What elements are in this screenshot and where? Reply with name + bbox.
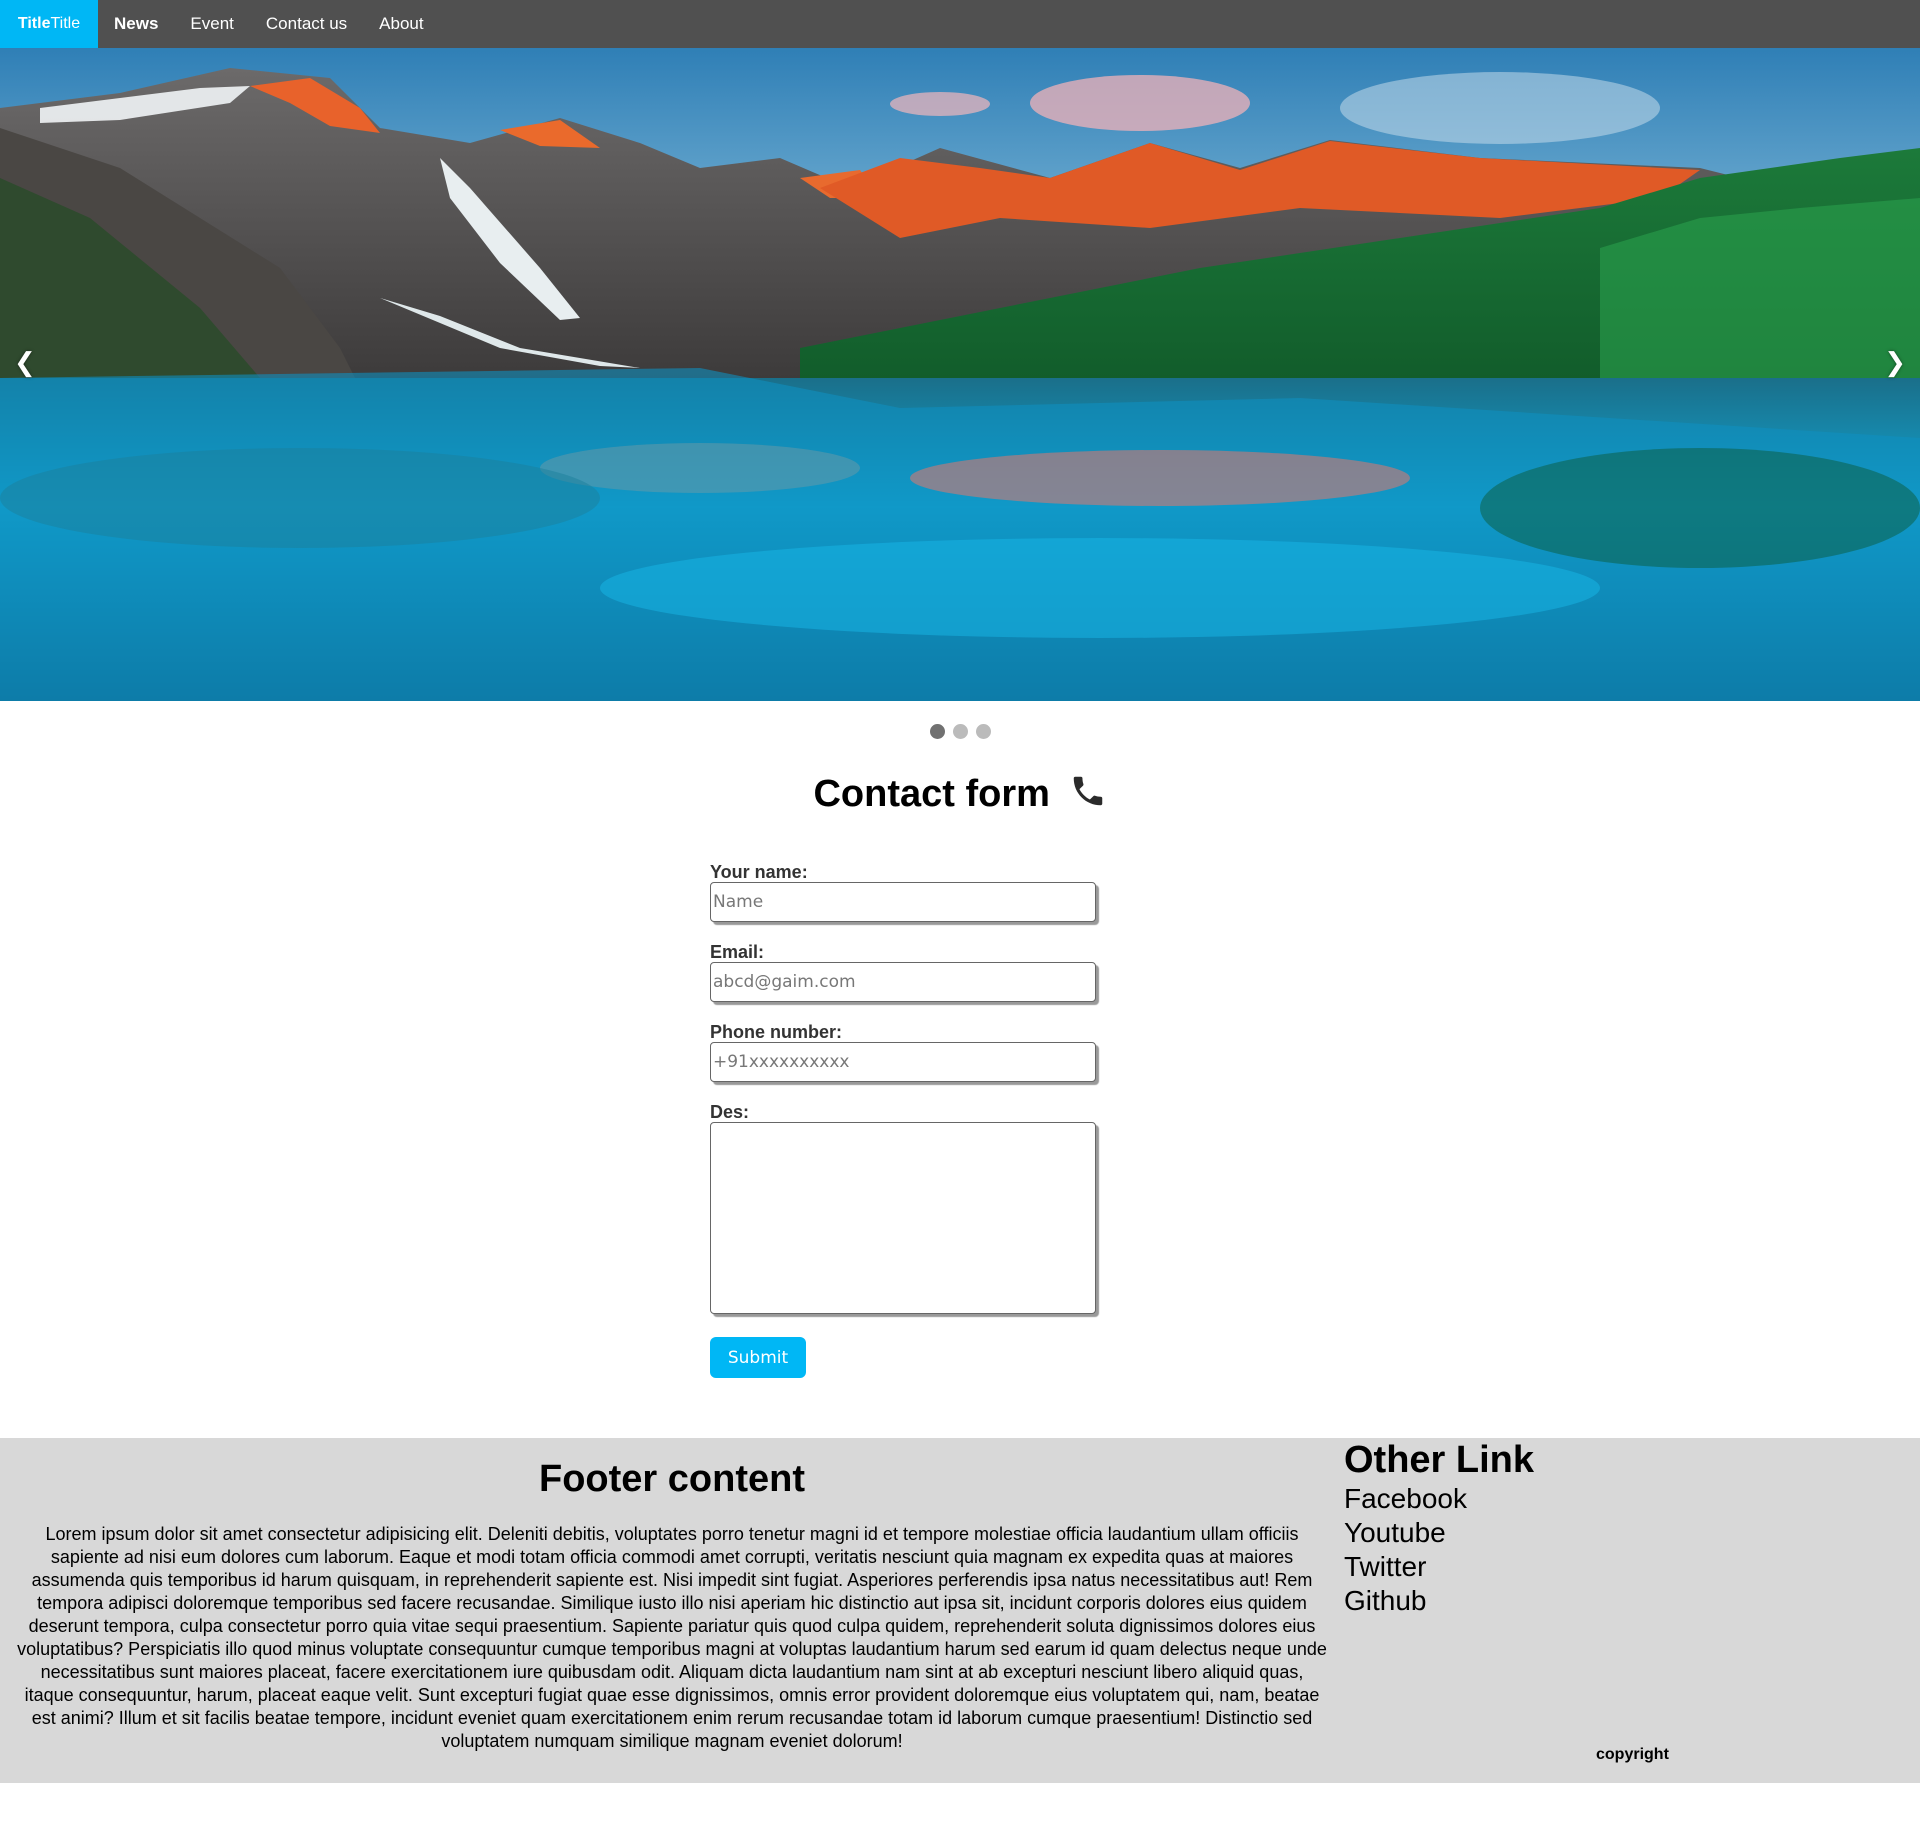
footer: Footer content Lorem ipsum dolor sit ame… xyxy=(0,1438,1920,1783)
carousel-next-button[interactable]: ❯ xyxy=(1884,348,1906,378)
phone-input[interactable] xyxy=(710,1042,1096,1082)
carousel-prev-button[interactable]: ❮ xyxy=(14,348,36,378)
nav-link-news[interactable]: News xyxy=(98,0,174,48)
hero-carousel: ❮ ❯ xyxy=(0,48,1920,701)
footer-link-github[interactable]: Github xyxy=(1344,1584,1534,1618)
submit-button[interactable]: Submit xyxy=(710,1337,806,1378)
name-input[interactable] xyxy=(710,882,1096,922)
other-links: Other Link Facebook Youtube Twitter Gith… xyxy=(1344,1438,1534,1618)
nav-link-event[interactable]: Event xyxy=(174,0,249,48)
phone-label: Phone number: xyxy=(710,1022,843,1042)
contact-form-title-text: Contact form xyxy=(813,773,1050,815)
footer-text: Lorem ipsum dolor sit amet consectetur a… xyxy=(17,1524,1327,1751)
top-navbar: Title Title News Event Contact us About xyxy=(0,0,1920,48)
contact-form: Your name: Email: Phone number: Des: Sub… xyxy=(710,862,1098,1378)
carousel-dots xyxy=(0,724,1920,739)
brand-rest: Title xyxy=(50,15,81,32)
footer-link-facebook[interactable]: Facebook xyxy=(1344,1482,1534,1516)
nav-link-contact-us[interactable]: Contact us xyxy=(250,0,363,48)
brand-logo[interactable]: Title Title xyxy=(0,0,98,48)
other-links-title: Other Link xyxy=(1344,1439,1535,1481)
footer-title: Footer content xyxy=(539,1458,805,1500)
contact-form-title: Contact form xyxy=(0,772,1920,820)
name-label: Your name: xyxy=(710,862,808,882)
hero-slide-image xyxy=(0,48,1920,701)
carousel-dot-3[interactable] xyxy=(975,724,991,739)
carousel-dot-2[interactable] xyxy=(952,724,968,739)
brand-bold: Title xyxy=(17,15,51,32)
description-textarea[interactable] xyxy=(710,1122,1096,1314)
phone-icon xyxy=(1069,772,1107,820)
email-label: Email: xyxy=(710,942,765,962)
copyright-text: copyright xyxy=(1596,1746,1669,1763)
footer-content: Footer content Lorem ipsum dolor sit ame… xyxy=(16,1458,1328,1753)
description-label: Des: xyxy=(710,1102,750,1122)
email-input[interactable] xyxy=(710,962,1096,1002)
carousel-dot-1[interactable] xyxy=(929,724,945,739)
footer-link-youtube[interactable]: Youtube xyxy=(1344,1516,1534,1550)
nav-link-about[interactable]: About xyxy=(363,0,439,48)
footer-link-twitter[interactable]: Twitter xyxy=(1344,1550,1534,1584)
